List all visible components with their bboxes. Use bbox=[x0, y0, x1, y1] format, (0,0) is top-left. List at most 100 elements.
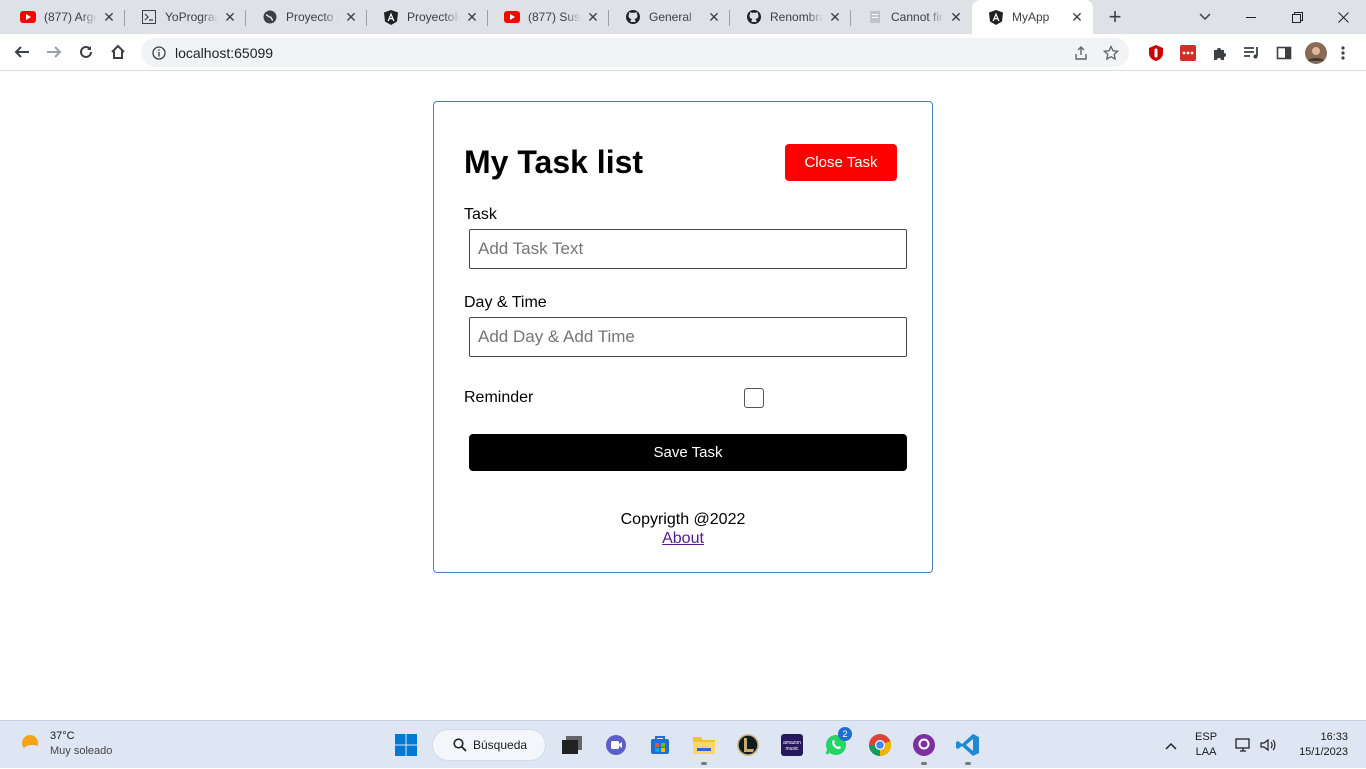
github-desktop-button[interactable] bbox=[906, 727, 942, 765]
chevron-up-icon bbox=[1165, 742, 1177, 750]
browser-tab[interactable]: Cannot find ✕ bbox=[851, 0, 972, 34]
lastpass-extension[interactable] bbox=[1172, 37, 1204, 69]
clock[interactable]: 16:33 15/1/2023 bbox=[1299, 730, 1348, 760]
address-bar[interactable]: localhost:65099 bbox=[141, 38, 1129, 67]
footer: Copyrigth @2022 About bbox=[464, 511, 902, 548]
share-icon[interactable] bbox=[1073, 45, 1089, 61]
tab-title: MyApp bbox=[1012, 10, 1050, 24]
day-time-label: Day & Time bbox=[464, 294, 547, 311]
close-tab-icon[interactable]: ✕ bbox=[464, 9, 480, 25]
restore-button[interactable] bbox=[1274, 0, 1320, 34]
close-tab-icon[interactable]: ✕ bbox=[827, 9, 843, 25]
close-tab-icon[interactable]: ✕ bbox=[948, 9, 964, 25]
start-button[interactable] bbox=[388, 727, 424, 763]
copyright-text: Copyrigth @2022 bbox=[620, 511, 746, 528]
league-icon bbox=[737, 734, 759, 756]
extensions-button[interactable] bbox=[1204, 37, 1236, 69]
taskbar-search[interactable]: Búsqueda bbox=[432, 729, 546, 761]
back-button[interactable] bbox=[6, 36, 38, 68]
minimize-button[interactable] bbox=[1228, 0, 1274, 34]
bookmark-star-icon[interactable] bbox=[1103, 44, 1119, 61]
youtube-icon bbox=[20, 9, 36, 25]
browser-tab[interactable]: (877) Suscripciones ✕ bbox=[488, 0, 609, 34]
header: My Task list Close Task bbox=[464, 138, 902, 186]
tab-search-button[interactable] bbox=[1192, 4, 1218, 30]
whatsapp-button[interactable]: 2 bbox=[818, 727, 854, 763]
tab-title: YoProgramo bbox=[165, 10, 218, 24]
media-control-button[interactable] bbox=[1236, 37, 1268, 69]
chat-icon bbox=[606, 735, 626, 755]
side-panel-icon bbox=[1276, 46, 1292, 59]
close-tab-icon[interactable]: ✕ bbox=[706, 9, 722, 25]
home-button[interactable] bbox=[102, 36, 134, 68]
lastpass-icon bbox=[1180, 44, 1196, 61]
more-vert-icon bbox=[1341, 45, 1345, 60]
windows-taskbar: 37°C Muy soleado Búsqueda amazon music 2… bbox=[0, 720, 1366, 768]
close-tab-icon[interactable]: ✕ bbox=[585, 9, 601, 25]
tray-overflow-button[interactable] bbox=[1157, 737, 1185, 753]
task-view-button[interactable] bbox=[554, 727, 590, 763]
language-indicator[interactable]: ESP LAA bbox=[1195, 730, 1217, 760]
tab-title: Proyecto Integrador bbox=[286, 10, 339, 24]
quick-settings[interactable] bbox=[1235, 737, 1277, 753]
browser-tab[interactable]: MyApp ✕ bbox=[972, 0, 1093, 34]
angular-icon bbox=[988, 9, 1004, 25]
day-time-input[interactable] bbox=[469, 317, 907, 357]
vscode-button[interactable] bbox=[950, 727, 986, 765]
ublock-extension[interactable] bbox=[1140, 37, 1172, 69]
task-input[interactable] bbox=[469, 229, 907, 269]
reload-button[interactable] bbox=[70, 36, 102, 68]
task-form-control: Task bbox=[464, 206, 907, 269]
save-task-button[interactable]: Save Task bbox=[469, 434, 907, 471]
github-icon bbox=[746, 9, 762, 25]
reminder-checkbox[interactable] bbox=[744, 388, 764, 408]
info-icon[interactable] bbox=[152, 45, 166, 60]
new-tab-button[interactable]: + bbox=[1101, 0, 1129, 34]
chrome-menu-button[interactable] bbox=[1332, 37, 1354, 69]
volume-icon bbox=[1260, 738, 1276, 752]
folder-icon bbox=[693, 737, 715, 754]
forward-button[interactable] bbox=[38, 36, 70, 68]
weather-desc: Muy soleado bbox=[50, 745, 113, 757]
window-controls bbox=[1228, 0, 1366, 34]
tab-title: Renombrar bbox=[770, 10, 823, 24]
browser-tab[interactable]: Proyecto Integrador ✕ bbox=[246, 0, 367, 34]
browser-tab[interactable]: YoProgramo ✕ bbox=[125, 0, 246, 34]
chrome-button[interactable] bbox=[862, 727, 898, 763]
profile-avatar[interactable] bbox=[1300, 37, 1332, 69]
browser-tab[interactable]: Renombrar ✕ bbox=[730, 0, 851, 34]
side-panel-button[interactable] bbox=[1268, 37, 1300, 69]
task-view-icon bbox=[562, 736, 582, 754]
arrow-left-icon bbox=[14, 46, 29, 58]
globe-icon bbox=[262, 9, 278, 25]
chevron-down-icon bbox=[1199, 13, 1211, 21]
league-client-button[interactable] bbox=[730, 727, 766, 763]
svg-text:music: music bbox=[785, 746, 799, 752]
page-viewport: My Task list Close Task Task Day & Time … bbox=[0, 71, 1366, 720]
close-window-button[interactable] bbox=[1320, 0, 1366, 34]
url-text[interactable]: localhost:65099 bbox=[175, 45, 1073, 61]
shield-stop-icon bbox=[1149, 44, 1163, 61]
teams-chat-button[interactable] bbox=[598, 727, 634, 763]
about-link[interactable]: About bbox=[464, 530, 902, 548]
puzzle-icon bbox=[1214, 47, 1226, 60]
browser-toolbar: localhost:65099 bbox=[0, 34, 1366, 71]
browser-tab[interactable]: (877) Argentina ✕ bbox=[4, 0, 125, 34]
reminder-form-control: Reminder bbox=[464, 387, 902, 409]
close-tab-icon[interactable]: ✕ bbox=[101, 9, 117, 25]
store-button[interactable] bbox=[642, 727, 678, 763]
close-tab-icon[interactable]: ✕ bbox=[1069, 9, 1085, 25]
weather-widget[interactable]: 37°C Muy soleado bbox=[18, 729, 112, 759]
close-tab-icon[interactable]: ✕ bbox=[222, 9, 238, 25]
browser-tab[interactable]: General ✕ bbox=[609, 0, 730, 34]
close-task-button[interactable]: Close Task bbox=[785, 143, 897, 181]
search-icon bbox=[453, 738, 467, 752]
close-tab-icon[interactable]: ✕ bbox=[343, 9, 359, 25]
file-explorer-button[interactable] bbox=[686, 727, 722, 765]
amazon-music-button[interactable]: amazon music bbox=[774, 727, 810, 763]
keyboard-layout: LAA bbox=[1195, 746, 1217, 758]
chrome-icon bbox=[869, 734, 892, 757]
browser-tab[interactable]: ProyectoIntegrador ✕ bbox=[367, 0, 488, 34]
tab-list: (877) Argentina✕YoProgramo✕Proyecto Inte… bbox=[0, 0, 1093, 34]
github-icon bbox=[625, 9, 641, 25]
